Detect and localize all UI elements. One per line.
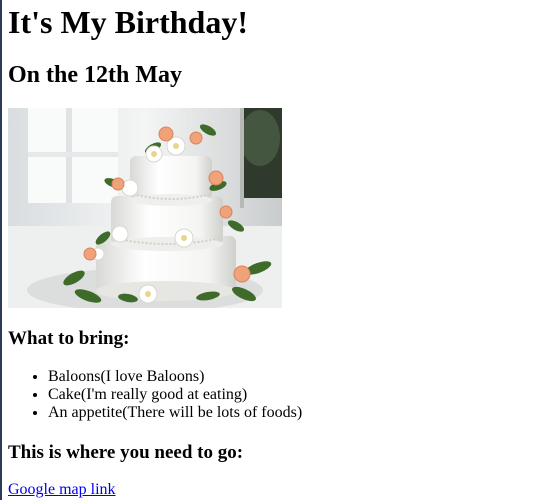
page-title: It's My Birthday! [8,4,248,40]
list-item: Baloons(I love Baloons) [48,368,302,386]
list-item: Cake(I'm really good at eating) [48,386,302,404]
bring-list: Baloons(I love Baloons) Cake(I'm really … [8,368,302,422]
directions-heading: This is where you need to go: [8,442,244,463]
date-heading: On the 12th May [8,62,182,88]
cake-image [8,108,282,308]
window-left-border [0,0,2,500]
what-to-bring-heading: What to bring: [8,328,130,349]
google-map-link[interactable]: Google map link [8,481,116,499]
list-item: An appetite(There will be lots of foods) [48,404,302,422]
